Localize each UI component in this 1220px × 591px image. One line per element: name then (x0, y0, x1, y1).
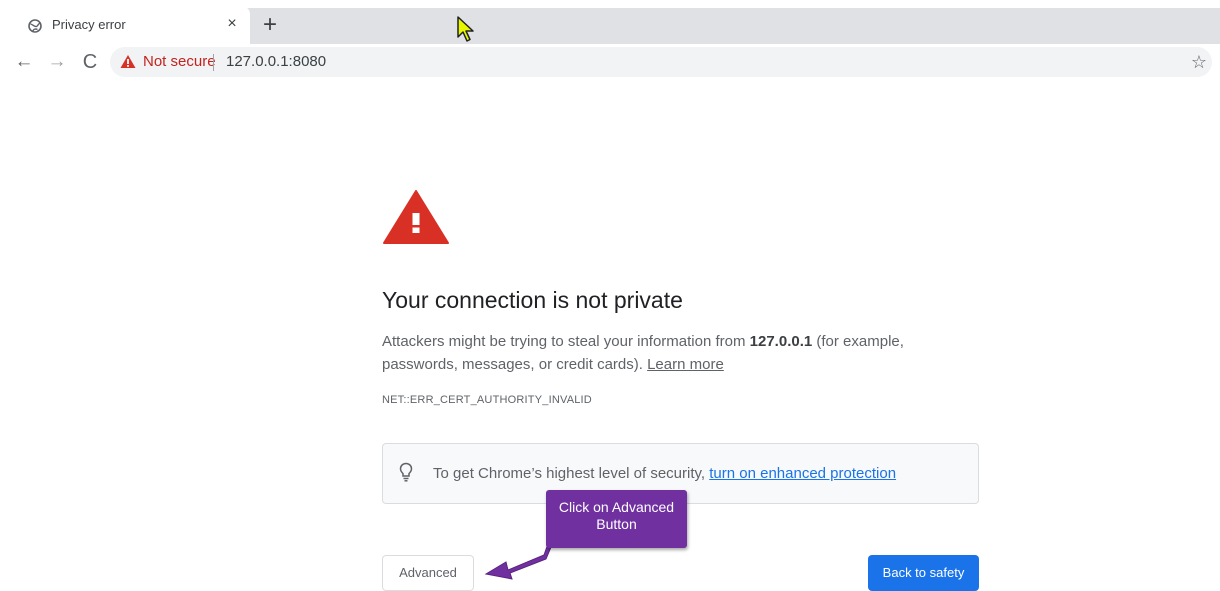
browser-toolbar: ← → C Not secure 127.0.0.1:8080 ☆ (0, 46, 1220, 78)
mouse-cursor-icon (457, 16, 474, 42)
not-secure-label[interactable]: Not secure (143, 53, 216, 71)
learn-more-link[interactable]: Learn more (647, 356, 724, 373)
host-name: 127.0.0.1 (749, 333, 813, 350)
lightbulb-icon (399, 462, 413, 482)
tab-privacy-error[interactable] (6, 6, 250, 46)
globe-icon (28, 19, 42, 33)
url-text[interactable]: 127.0.0.1:8080 (226, 53, 326, 71)
close-tab-icon[interactable]: × (222, 14, 242, 34)
tab-title: Privacy error (52, 17, 126, 32)
warning-triangle-icon (120, 55, 136, 68)
tab-strip: Privacy error × + (0, 0, 1220, 46)
callout-line-1: Click on Advanced (558, 499, 675, 515)
omnibox-divider (213, 54, 214, 71)
error-code: NET::ERR_CERT_AUTHORITY_INVALID (382, 394, 592, 406)
address-bar[interactable]: Not secure 127.0.0.1:8080 ☆ (110, 47, 1212, 77)
back-button[interactable]: ← (11, 49, 37, 75)
forward-button[interactable]: → (44, 49, 70, 75)
tutorial-callout: Click on Advanced Button (546, 490, 687, 548)
callout-line-2: Button (596, 516, 637, 532)
enhanced-protection-link[interactable]: turn on enhanced protection (709, 465, 896, 482)
callout-text: Click on Advanced Button (546, 499, 687, 533)
new-tab-button[interactable]: + (258, 13, 282, 37)
enhanced-protection-text: To get Chrome’s highest level of securit… (433, 464, 896, 484)
reload-button[interactable]: C (77, 49, 103, 75)
star-icon[interactable]: ☆ (1186, 49, 1212, 75)
page-title: Your connection is not private (382, 287, 683, 313)
main-message-prefix: Attackers might be trying to steal your … (382, 333, 750, 350)
warning-triangle-icon (383, 190, 449, 244)
enhanced-protection-prefix: To get Chrome’s highest level of securit… (433, 465, 710, 482)
tab-strip-background (240, 8, 1220, 44)
main-message: Attackers might be trying to steal your … (382, 330, 942, 376)
